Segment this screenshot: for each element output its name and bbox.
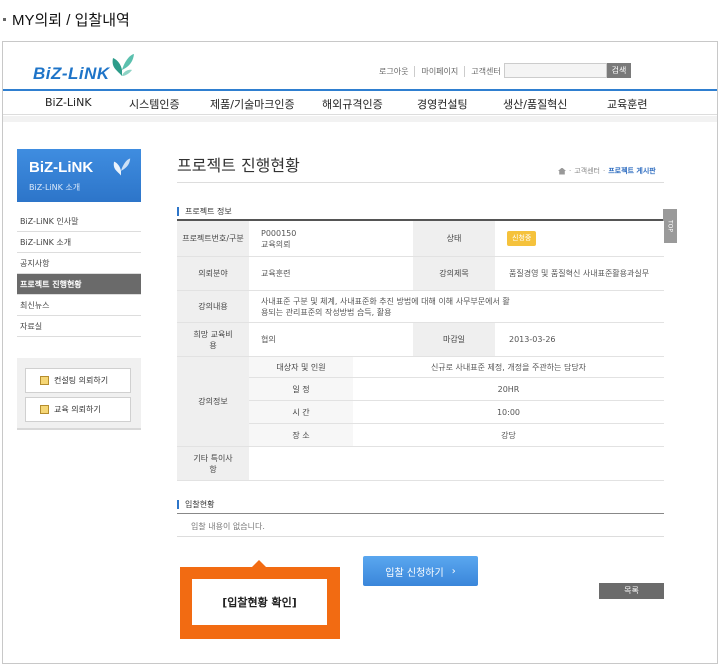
butterfly-icon (112, 54, 134, 76)
project-section-title: 프로젝트 정보 (177, 207, 232, 216)
callout-text: [입찰현황 확인] (192, 579, 327, 625)
bid-section-divider (177, 513, 664, 514)
breadcrumb: · 고객센터 · 프로젝트 게시판 (558, 166, 656, 176)
sidebar-item-projects[interactable]: 프로젝트 진행현황 (17, 274, 141, 295)
sidebar-item-archive[interactable]: 자료실 (17, 316, 141, 337)
nav-band (3, 116, 717, 122)
consulting-request-button[interactable]: 컨설팅 의뢰하기 (25, 368, 131, 393)
folder-icon (40, 376, 49, 385)
label-lecture-content: 강의내용 (177, 291, 249, 323)
quick-menu: 컨설팅 의뢰하기 교육 의뢰하기 (17, 358, 141, 430)
list-button[interactable]: 목록 (599, 583, 664, 599)
label-schedule: 일 정 (249, 378, 353, 401)
annotation-callout: [입찰현황 확인] (180, 560, 340, 639)
apply-bid-label: 입찰 신청하기 (385, 567, 444, 579)
value-project-no: P000150 교육의뢰 (249, 221, 413, 257)
customer-center-link[interactable]: 고객센터 (465, 66, 506, 77)
label-time: 시 간 (249, 401, 353, 424)
value-status: 신청중 (495, 221, 664, 257)
label-desired-cost: 희망 교육비용 (177, 323, 249, 357)
value-etc (249, 447, 664, 481)
logout-link[interactable]: 로그아웃 (373, 66, 416, 77)
breadcrumb-item[interactable]: 고객센터 (574, 166, 600, 176)
value-desired-cost: 협의 (249, 323, 413, 357)
logo-text: BiZ-LiNK (33, 64, 110, 83)
label-lecture-info: 강의정보 (177, 357, 249, 447)
nav-product-cert[interactable]: 제품/기술마크인증 (210, 96, 295, 112)
label-lecture-title: 강의제목 (413, 257, 495, 291)
training-request-button[interactable]: 교육 의뢰하기 (25, 397, 131, 422)
search-button[interactable]: 검색 (607, 63, 631, 78)
value-time: 10:00 (353, 401, 664, 424)
site-logo[interactable]: BiZ-LiNK (33, 52, 143, 88)
sidebar-item-notice[interactable]: 공지사항 (17, 253, 141, 274)
nav-production[interactable]: 생산/품질혁신 (503, 96, 567, 112)
sidebar-item-news[interactable]: 최신뉴스 (17, 295, 141, 316)
label-place: 장 소 (249, 424, 353, 447)
title-divider (177, 182, 664, 183)
site-frame: BiZ-LiNK 로그아웃 마이페이지 고객센터 검색 BiZ-LiNK 시스템… (2, 41, 718, 664)
nav-overseas-cert[interactable]: 해외규격인증 (322, 96, 383, 112)
pencil-icon (40, 405, 49, 414)
top-button[interactable]: TOP (663, 209, 677, 243)
sidebar-title: BiZ-LiNK (29, 159, 94, 176)
label-deadline: 마감일 (413, 323, 495, 357)
project-category: 교육의뢰 (261, 239, 291, 249)
project-number: P000150 (261, 228, 297, 238)
value-request-field: 교육훈련 (249, 257, 413, 291)
mypage-link[interactable]: 마이페이지 (415, 66, 466, 77)
sidebar-menu: BiZ-LiNK 인사말 BiZ-LiNK 소개 공지사항 프로젝트 진행현황 … (17, 211, 141, 337)
consulting-request-label: 컨설팅 의뢰하기 (54, 376, 109, 385)
label-project-no: 프로젝트번호/구분 (177, 221, 249, 257)
training-request-label: 교육 의뢰하기 (54, 405, 101, 414)
apply-bid-button[interactable]: 입찰 신청하기 › (363, 556, 478, 586)
sidebar-header: BiZ-LiNK BiZ-LiNK 소개 (17, 149, 141, 202)
util-links: 로그아웃 마이페이지 고객센터 (373, 66, 507, 77)
page-caption-text: MY의뢰 / 입찰내역 (12, 11, 130, 29)
home-icon[interactable] (558, 167, 566, 175)
value-lecture-content: 사내표준 구분 및 체계, 사내표준화 추진 방법에 대해 이해 사무부문에서 … (249, 291, 664, 323)
nav-consulting[interactable]: 경영컨설팅 (417, 96, 468, 112)
search-input[interactable] (504, 63, 607, 78)
bid-empty-message: 입찰 내용이 없습니다. (177, 517, 664, 537)
bid-section-title: 입찰현황 (177, 500, 214, 509)
label-request-field: 의뢰분야 (177, 257, 249, 291)
status-badge: 신청중 (507, 231, 537, 246)
value-deadline: 2013-03-26 (495, 323, 664, 357)
sidebar-subtitle: BiZ-LiNK 소개 (29, 183, 81, 192)
bullet-icon (3, 17, 6, 21)
value-target: 신규로 사내표준 제정, 개정을 주관하는 담당자 (353, 357, 664, 378)
label-target: 대상자 및 인원 (249, 357, 353, 378)
breadcrumb-current: 프로젝트 게시판 (608, 167, 656, 175)
nav-training[interactable]: 교육훈련 (607, 96, 647, 112)
value-place: 강당 (353, 424, 664, 447)
label-status: 상태 (413, 221, 495, 257)
main-nav: BiZ-LiNK 시스템인증 제품/기술마크인증 해외규격인증 경영컨설팅 생산… (3, 89, 717, 115)
page-title: 프로젝트 진행현황 (177, 156, 300, 175)
label-etc: 기타 특이사항 (177, 447, 249, 481)
value-lecture-title: 품질경영 및 품질혁신 사내표준활용과실무 (495, 257, 664, 291)
sidebar-item-greeting[interactable]: BiZ-LiNK 인사말 (17, 211, 141, 232)
butterfly-icon (113, 158, 131, 176)
value-schedule: 20HR (353, 378, 664, 401)
page-caption: MY의뢰 / 입찰내역 (0, 6, 130, 32)
nav-bizlink[interactable]: BiZ-LiNK (45, 96, 92, 109)
sidebar-item-about[interactable]: BiZ-LiNK 소개 (17, 232, 141, 253)
chevron-right-icon: › (451, 565, 456, 577)
nav-system-cert[interactable]: 시스템인증 (129, 96, 180, 112)
